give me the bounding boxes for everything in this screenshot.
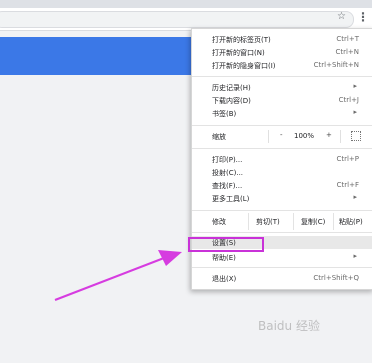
copy-button[interactable]: 复制(C): [293, 213, 334, 230]
menu-label: 下载内容(D): [212, 97, 251, 105]
menu-label: 投射(C)...: [212, 169, 244, 177]
menu-label: 历史记录(H): [212, 84, 251, 92]
submenu-arrow-icon: ▸: [353, 193, 357, 201]
menu-shortcut: Ctrl+T: [336, 35, 359, 43]
zoom-divider: [340, 130, 341, 143]
zoom-label: 缩放: [212, 133, 226, 141]
edit-label: 修改: [212, 218, 226, 226]
menu-item-cast[interactable]: 投射(C)...: [192, 166, 372, 179]
submenu-arrow-icon: ▸: [353, 108, 357, 116]
menu-label: 查找(F)...: [212, 182, 243, 190]
paste-button[interactable]: 粘贴(P): [333, 213, 372, 230]
zoom-level: 100%: [294, 132, 315, 140]
menu-item-print[interactable]: 打印(P)... Ctrl+P: [192, 153, 372, 166]
zoom-row: 缩放 - 100% +: [192, 128, 372, 145]
pointer-arrow-head-icon: [158, 250, 182, 266]
menu-label: 打开新的窗口(N): [212, 49, 265, 57]
menu-shortcut: Ctrl+P: [336, 155, 359, 163]
menu-item-history[interactable]: 历史记录(H) ▸: [192, 81, 372, 94]
menu-shortcut: Ctrl+F: [336, 181, 359, 189]
menu-label: 更多工具(L): [212, 195, 250, 203]
menu-label: 打开新的隐身窗口(I): [212, 62, 276, 70]
menu-item-find[interactable]: 查找(F)... Ctrl+F: [192, 179, 372, 192]
submenu-arrow-icon: ▸: [353, 82, 357, 90]
baidu-watermark: Baidu 经验: [258, 319, 320, 333]
menu-divider: [192, 210, 372, 211]
menu-label: 帮助(E): [212, 254, 236, 262]
menu-item-incognito[interactable]: 打开新的隐身窗口(I) Ctrl+Shift+N: [192, 59, 372, 72]
menu-label: 打印(P)...: [212, 156, 243, 164]
menu-label: 退出(X): [212, 275, 237, 283]
menu-item-settings[interactable]: 设置(S): [188, 236, 372, 252]
chrome-menu: 打开新的标签页(T) Ctrl+T 打开新的窗口(N) Ctrl+N 打开新的隐…: [188, 28, 372, 290]
menu-shortcut: Ctrl+Shift+N: [313, 61, 359, 69]
zoom-in-button[interactable]: +: [326, 131, 332, 139]
menu-label: 打开新的标签页(T): [212, 36, 271, 44]
menu-icon[interactable]: ⋮: [357, 10, 369, 24]
menu-divider: [192, 76, 372, 77]
copy-label: 复制(C): [301, 218, 326, 226]
bookmark-star-icon[interactable]: ☆: [337, 11, 346, 22]
menu-item-help[interactable]: 帮助(E) ▸: [192, 251, 372, 264]
address-bar[interactable]: [0, 11, 354, 28]
cut-label: 剪切(T): [256, 218, 280, 226]
pointer-arrow-line: [54, 256, 165, 302]
menu-item-bookmarks[interactable]: 书签(B) ▸: [192, 107, 372, 120]
menu-item-new-window[interactable]: 打开新的窗口(N) Ctrl+N: [192, 46, 372, 59]
menu-divider: [192, 232, 372, 233]
menu-item-new-tab[interactable]: 打开新的标签页(T) Ctrl+T: [192, 33, 372, 46]
menu-item-exit[interactable]: 退出(X) Ctrl+Shift+Q: [192, 272, 372, 285]
menu-divider: [192, 267, 372, 268]
menu-shortcut: Ctrl+Shift+Q: [313, 274, 359, 282]
tab-strip: [0, 0, 372, 8]
menu-divider: [192, 148, 372, 149]
edit-row: 修改 剪切(T) 复制(C) 粘贴(P): [192, 213, 372, 230]
menu-item-more-tools[interactable]: 更多工具(L) ▸: [192, 192, 372, 205]
menu-shortcut: Ctrl+N: [335, 48, 359, 56]
submenu-arrow-icon: ▸: [353, 252, 357, 260]
cut-button[interactable]: 剪切(T): [248, 213, 294, 230]
menu-label: 设置(S): [212, 239, 236, 247]
menu-label: 书签(B): [212, 110, 237, 118]
zoom-divider: [268, 130, 269, 143]
menu-divider: [192, 125, 372, 126]
zoom-out-button[interactable]: -: [280, 131, 283, 139]
paste-label: 粘贴(P): [339, 218, 363, 226]
fullscreen-icon[interactable]: [351, 131, 361, 141]
menu-item-downloads[interactable]: 下载内容(D) Ctrl+J: [192, 94, 372, 107]
menu-shortcut: Ctrl+J: [338, 96, 359, 104]
